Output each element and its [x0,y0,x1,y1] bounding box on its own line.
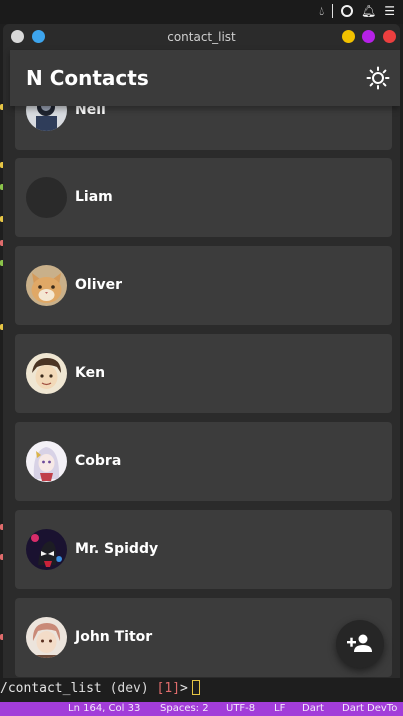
portrait-avatar-icon [26,106,67,131]
contact-name: John Titor [75,629,153,645]
system-top-bar: 💧︎ 🔔︎ ☰ [0,0,403,24]
minimize-button[interactable] [342,30,355,43]
devtools-button[interactable]: Dart DevTo [342,702,397,716]
file-encoding[interactable]: UTF-8 [226,702,255,716]
terminal-branch: (dev) [109,681,149,696]
contact-name: Ken [75,365,106,381]
contact-name: Liam [75,189,113,205]
system-tray: 💧︎ 🔔︎ ☰ [319,4,395,18]
circle-icon[interactable] [341,5,353,17]
app-window: contact_list N Contacts Neil Liam Oliver… [3,24,400,678]
contact-list[interactable]: Neil Liam Oliver Ken Cobra Mr. Spiddy Jo… [10,106,400,678]
contact-card[interactable]: Neil [15,106,392,150]
menu-icon[interactable]: ☰ [384,4,395,18]
language-mode[interactable]: Dart [302,702,324,716]
terminal-line[interactable]: /contact_list (dev) [1]> [0,678,403,700]
terminal-job: [1] [156,681,181,696]
editor-status-bar: Ln 164, Col 33 Spaces: 2 UTF-8 LF Dart D… [0,702,403,716]
terminal-path: /contact_list [0,681,102,696]
contact-card[interactable]: Ken [15,334,392,413]
cat-avatar-icon [26,265,67,306]
screen: 💧︎ 🔔︎ ☰ contact_list N Contacts Neil Lia… [0,0,403,716]
window-title: contact_list [167,30,236,44]
drop-icon[interactable]: 💧︎ [319,4,324,18]
contact-name: Neil [75,106,106,118]
add-contact-button[interactable] [336,620,384,668]
spider-avatar-icon [26,529,67,570]
contact-card[interactable]: Oliver [15,246,392,325]
anime-face-avatar-icon [26,353,67,394]
contact-name: Mr. Spiddy [75,541,159,557]
cursor-position[interactable]: Ln 164, Col 33 [68,702,140,716]
line-ending[interactable]: LF [274,702,285,716]
anime-boy-avatar-icon [26,617,67,658]
contact-card[interactable]: Cobra [15,422,392,501]
maximize-button[interactable] [362,30,375,43]
sun-icon[interactable] [366,66,390,90]
empty-avatar [26,177,67,218]
tray-divider [332,4,333,18]
close-button[interactable] [383,30,396,43]
add-person-icon [347,634,372,652]
page-title: N Contacts [26,66,149,90]
bell-icon[interactable]: 🔔︎ [361,4,376,18]
app-bar: N Contacts [10,50,400,106]
contact-name: Cobra [75,453,122,469]
anime-girl-avatar-icon [26,441,67,482]
indentation-setting[interactable]: Spaces: 2 [160,702,209,716]
contact-card[interactable]: Mr. Spiddy [15,510,392,589]
window-titlebar[interactable]: contact_list [3,24,400,50]
contact-card[interactable]: Liam [15,158,392,237]
terminal-prompt: > [180,681,188,696]
terminal-cursor [191,680,200,695]
contact-name: Oliver [75,277,123,293]
